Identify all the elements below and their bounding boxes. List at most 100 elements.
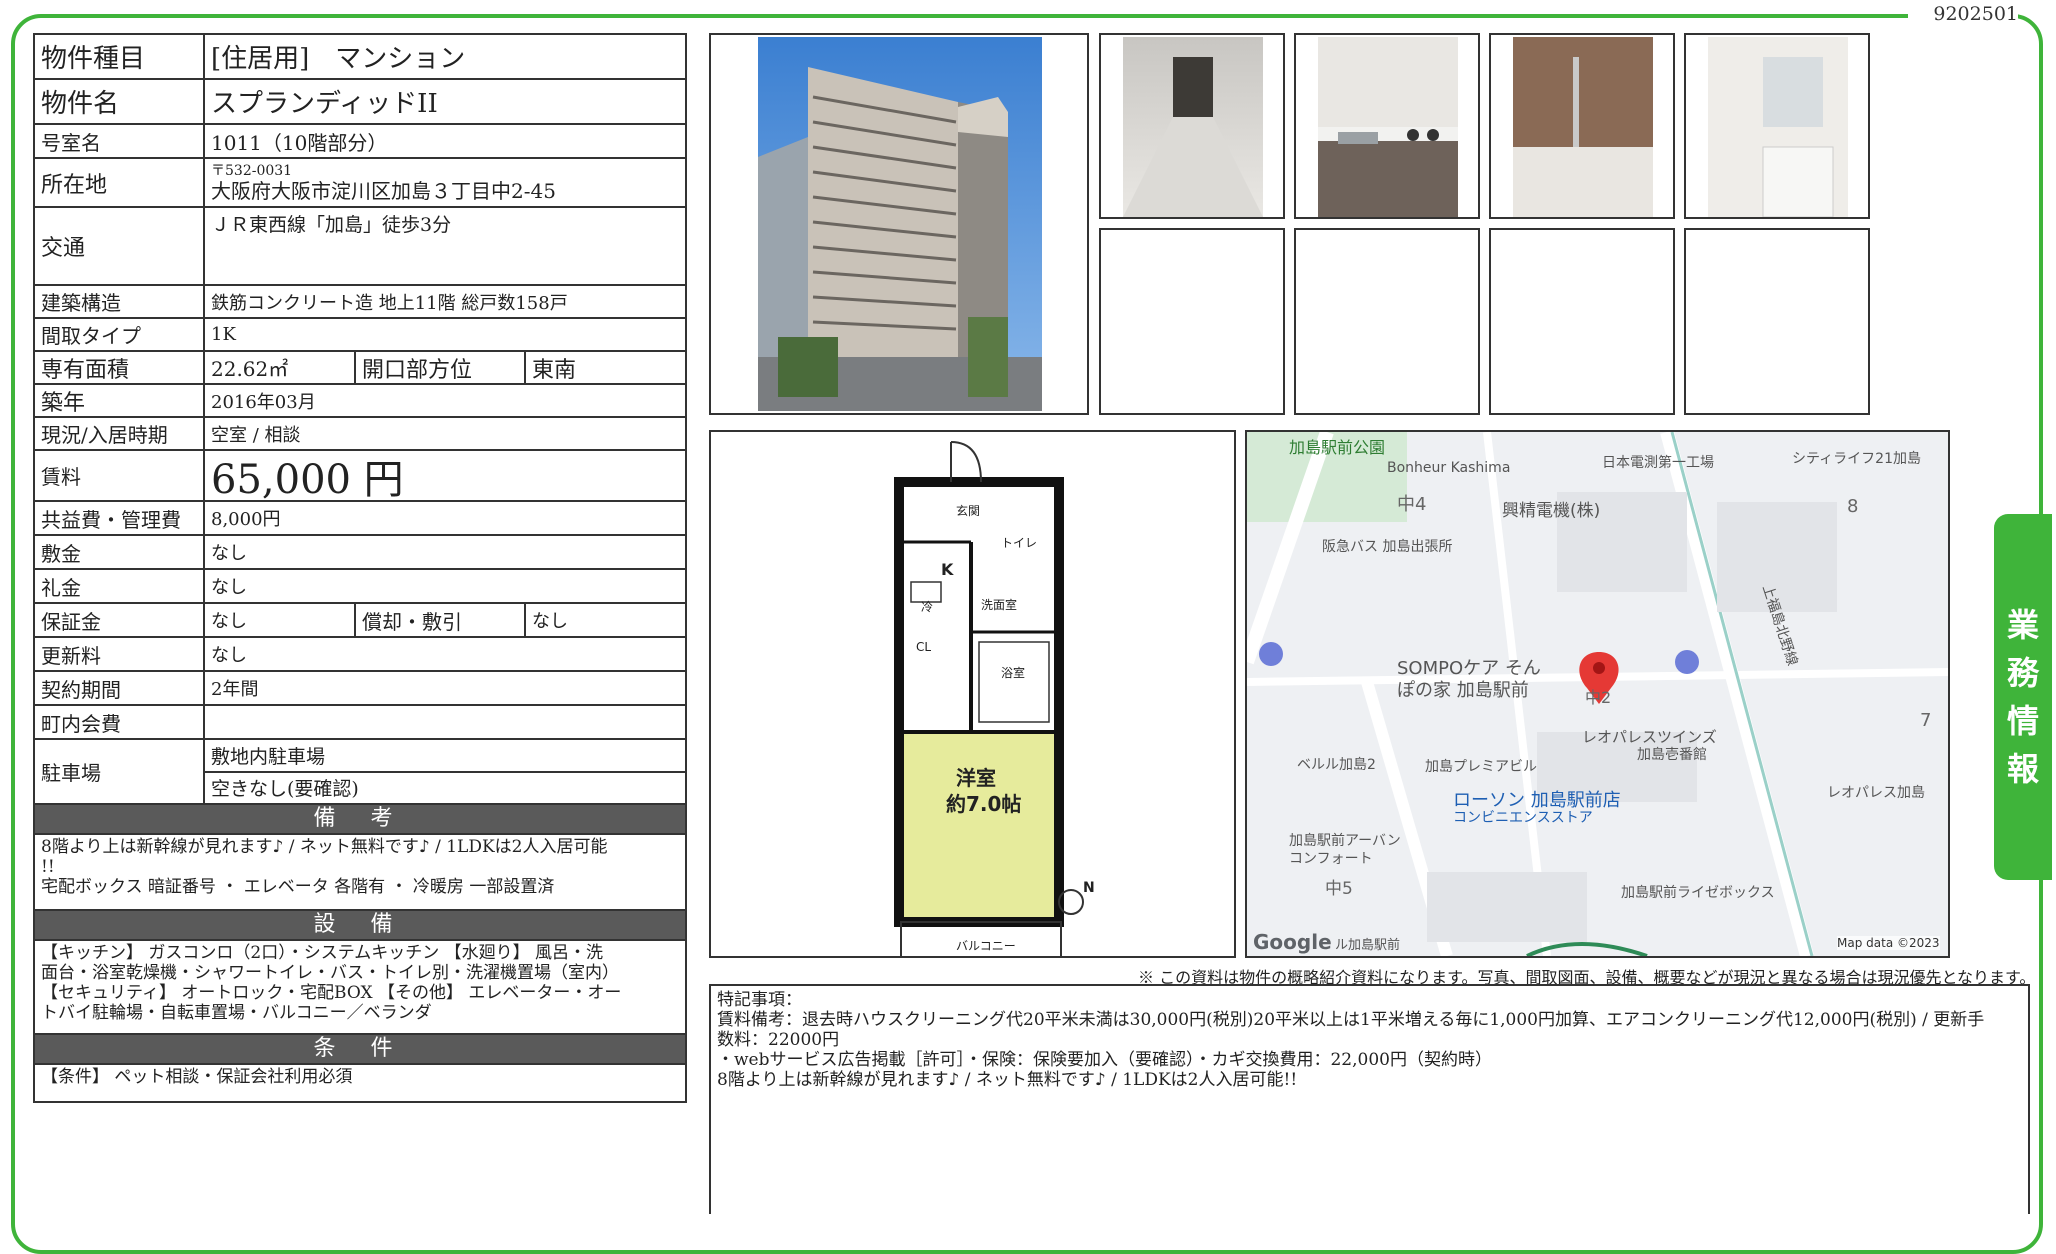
label-area: 専有面積 <box>35 352 205 383</box>
row-guarantee: 保証金 なし 償却・敷引 なし <box>35 604 685 638</box>
special-remarks: 特記事項： 賃料備考：退去時ハウスクリーニング代20平米未満は30,000円(税… <box>709 984 2030 1214</box>
empty-photo-slot <box>1489 228 1675 415</box>
north-arrow: N <box>1083 880 1095 896</box>
row-rent: 賃料 65,000 円 <box>35 451 685 503</box>
hallway-photo[interactable] <box>1123 37 1263 217</box>
label-status: 現況/入居時期 <box>35 418 205 449</box>
row-access: 交通 ＪＲ東西線「加島」徒歩3分 <box>35 208 685 286</box>
remarks-line: 8階より上は新幹線が見れます♪ / ネット無料です♪ / 1LDKは2人入居可能… <box>717 1070 1298 1090</box>
washroom-photo[interactable] <box>1708 37 1848 217</box>
equipment-line: トバイ駐輪場・自転車置場・バルコニー／ベランダ <box>41 1003 432 1023</box>
row-renewal: 更新料 なし <box>35 638 685 672</box>
remarks-line: 賃料備考：退去時ハウスクリーニング代20平米未満は30,000円(税別)20平米… <box>717 1010 1985 1030</box>
row-address: 所在地 〒532-0031 大阪府大阪市淀川区加島３丁目中2-45 <box>35 159 685 208</box>
map-label: 加島駅前ライゼボックス <box>1621 885 1775 901</box>
value-access: ＪＲ東西線「加島」徒歩3分 <box>211 214 452 236</box>
label-association: 町内会費 <box>35 706 205 738</box>
label-orientation: 開口部方位 <box>356 352 526 383</box>
map-label: ぽの家 加島駅前 <box>1397 680 1529 701</box>
label-room: 号室名 <box>35 125 205 157</box>
row-key-money: 礼金 なし <box>35 570 685 604</box>
plan-entrance: 玄関 <box>956 504 981 518</box>
row-layout: 間取タイプ 1K <box>35 319 685 352</box>
row-area: 専有面積 22.62㎡ 開口部方位 東南 <box>35 352 685 385</box>
value-rent: 65,000 円 <box>211 456 404 503</box>
document-number: 9202501 <box>1908 0 2018 28</box>
label-parking: 駐車場 <box>35 740 205 803</box>
empty-photo-slot <box>1294 228 1480 415</box>
value-address: 〒532-0031 大阪府大阪市淀川区加島３丁目中2-45 <box>205 159 685 206</box>
notes-body: 8階より上は新幹線が見れます♪ / ネット無料です♪ / 1LDKは2人入居可能… <box>35 835 685 911</box>
value-built: 2016年03月 <box>211 391 316 413</box>
interior-photo-frame <box>1684 33 1870 219</box>
map-label: シティライフ21加島 <box>1792 451 1921 467</box>
side-tab-char: 務 <box>2006 654 2039 692</box>
building-photo[interactable] <box>758 37 1042 411</box>
value-contract: 2年間 <box>211 679 259 700</box>
side-tab-business-info[interactable]: 業 務 情 報 <box>1994 514 2052 880</box>
conditions-line: 【条件】 ペット相談・保証会社利用必須 <box>41 1067 353 1087</box>
map-copyright: Map data ©2023 <box>1837 936 1940 950</box>
label-fee: 共益費・管理費 <box>35 502 205 534</box>
label-guarantee: 保証金 <box>35 604 205 636</box>
plan-toilet: トイレ <box>1001 536 1038 550</box>
value-status: 空室 / 相談 <box>211 424 301 446</box>
value-layout: 1K <box>211 324 236 345</box>
row-built: 築年 2016年03月 <box>35 385 685 418</box>
label-name: 物件名 <box>35 80 205 123</box>
kitchen-photo[interactable] <box>1318 37 1458 217</box>
value-guarantee: なし <box>205 604 356 636</box>
plan-closet: CL <box>916 640 932 654</box>
bathroom-photo[interactable] <box>1513 37 1653 217</box>
plan-room-label: 洋室 <box>956 766 996 790</box>
conditions-body: 【条件】 ペット相談・保証会社利用必須 <box>35 1065 685 1101</box>
location-map[interactable]: 加島駅前公園 Bonheur Kashima 日本電測第一工場 シティライフ21… <box>1245 430 1950 958</box>
plan-balcony: バルコニー <box>956 939 1016 953</box>
value-type: [住居用] マンション <box>211 44 466 74</box>
map-label: コンフォート <box>1289 851 1373 867</box>
value-parking-availability: 空きなし(要確認) <box>211 778 359 801</box>
row-name: 物件名 スプランディッドII <box>35 80 685 125</box>
label-type: 物件種目 <box>35 35 205 78</box>
value-association <box>205 706 685 738</box>
value-name: スプランディッドII <box>211 89 438 119</box>
row-room: 号室名 1011（10階部分） <box>35 125 685 159</box>
equipment-body: 【キッチン】 ガスコンロ（2口）・システムキッチン 【水廻り】 風呂・洗 面台・… <box>35 941 685 1035</box>
value-area: 22.62㎡ <box>205 352 356 383</box>
label-key-money: 礼金 <box>35 570 205 602</box>
map-label: レオパレス加島 <box>1827 785 1925 801</box>
conditions-header: 条 件 <box>35 1035 685 1065</box>
map-label: 中5 <box>1325 879 1353 899</box>
label-built: 築年 <box>35 385 205 416</box>
remarks-line: 数料：22000円 <box>717 1030 840 1050</box>
plan-fridge: 冷 <box>921 600 934 614</box>
map-label: 加島壱番館 <box>1637 747 1707 763</box>
map-label: 加島駅前公園 <box>1289 438 1386 457</box>
value-fee: 8,000円 <box>211 509 281 530</box>
equipment-header: 設 備 <box>35 911 685 941</box>
label-rent: 賃料 <box>35 451 205 500</box>
label-layout: 間取タイプ <box>35 319 205 350</box>
notes-header: 備 考 <box>35 805 685 835</box>
map-label: 加島駅前アーバン <box>1289 833 1401 849</box>
row-type: 物件種目 [住居用] マンション <box>35 35 685 80</box>
row-deposit: 敷金 なし <box>35 536 685 570</box>
value-room: 1011（10階部分） <box>211 130 388 155</box>
plan-washroom: 洗面室 <box>981 598 1018 612</box>
building-photo-frame <box>709 33 1089 415</box>
side-tab-char: 報 <box>2006 750 2039 788</box>
map-label: 加島プレミアビル <box>1425 759 1537 775</box>
plan-room-size: 約7.0帖 <box>946 792 1022 816</box>
map-label: 7 <box>1920 710 1932 731</box>
value-structure: 鉄筋コンクリート造 地上11階 総戸数158戸 <box>211 292 568 314</box>
floor-plan[interactable]: 玄関 トイレ K 冷 洗面室 CL 浴室 洋室 約7.0帖 バルコニー N <box>709 430 1236 958</box>
address-text: 大阪府大阪市淀川区加島３丁目中2-45 <box>211 178 556 203</box>
value-amortization: なし <box>532 611 568 632</box>
plan-bath: 浴室 <box>1001 666 1026 680</box>
equipment-line: 【キッチン】 ガスコンロ（2口）・システムキッチン 【水廻り】 風呂・洗 <box>41 943 604 963</box>
map-label: Bonheur Kashima <box>1387 460 1511 476</box>
value-parking: 敷地内駐車場 <box>205 740 685 773</box>
row-parking: 駐車場 敷地内駐車場 空きなし(要確認) <box>35 740 685 805</box>
row-fee: 共益費・管理費 8,000円 <box>35 502 685 536</box>
empty-photo-slot <box>1099 228 1285 415</box>
